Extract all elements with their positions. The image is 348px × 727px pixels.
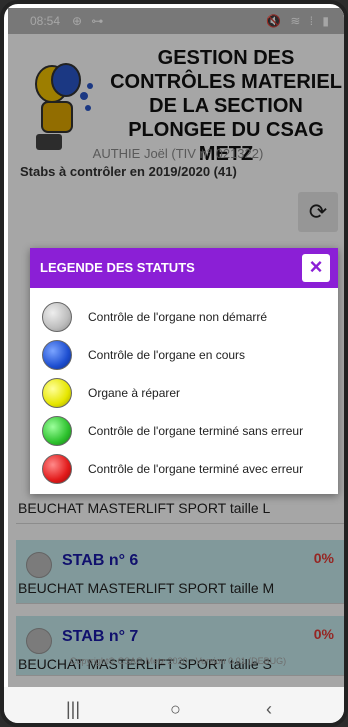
yellow-status-icon bbox=[42, 378, 72, 408]
legend-item-not-started: Contrôle de l'organe non démarré bbox=[42, 302, 332, 338]
modal-title: LEGENDE DES STATUTS bbox=[40, 260, 195, 275]
blue-status-icon bbox=[42, 340, 72, 370]
legend-label: Contrôle de l'organe non démarré bbox=[88, 310, 268, 324]
phone-frame: 08:54 ⊕ ⊶ 🔇 ≋ ⁞ ▮ GESTION DES CONTRÔLES … bbox=[0, 0, 348, 727]
back-button[interactable]: ‹ bbox=[266, 699, 272, 720]
legend-item-to-repair: Organe à réparer bbox=[42, 378, 332, 414]
modal-header: LEGENDE DES STATUTS × bbox=[30, 248, 338, 288]
grey-status-icon bbox=[42, 302, 72, 332]
home-button[interactable]: ○ bbox=[170, 699, 181, 720]
android-nav-bar: ||| ○ ‹ bbox=[4, 687, 344, 723]
app-screen: 08:54 ⊕ ⊶ 🔇 ≋ ⁞ ▮ GESTION DES CONTRÔLES … bbox=[8, 8, 344, 687]
legend-modal: LEGENDE DES STATUTS × Contrôle de l'orga… bbox=[30, 248, 338, 494]
close-icon: × bbox=[309, 254, 323, 279]
red-status-icon bbox=[42, 454, 72, 484]
green-status-icon bbox=[42, 416, 72, 446]
recent-apps-button[interactable]: ||| bbox=[66, 699, 80, 720]
legend-label: Contrôle de l'organe terminé avec erreur bbox=[88, 462, 304, 476]
legend-label: Contrôle de l'organe terminé sans erreur bbox=[88, 424, 304, 438]
legend-label: Contrôle de l'organe en cours bbox=[88, 348, 246, 362]
legend-item-done-ok: Contrôle de l'organe terminé sans erreur bbox=[42, 416, 332, 452]
close-button[interactable]: × bbox=[302, 254, 330, 282]
legend-item-in-progress: Contrôle de l'organe en cours bbox=[42, 340, 332, 376]
legend-item-done-error: Contrôle de l'organe terminé avec erreur bbox=[42, 454, 332, 490]
legend-label: Organe à réparer bbox=[88, 386, 181, 400]
